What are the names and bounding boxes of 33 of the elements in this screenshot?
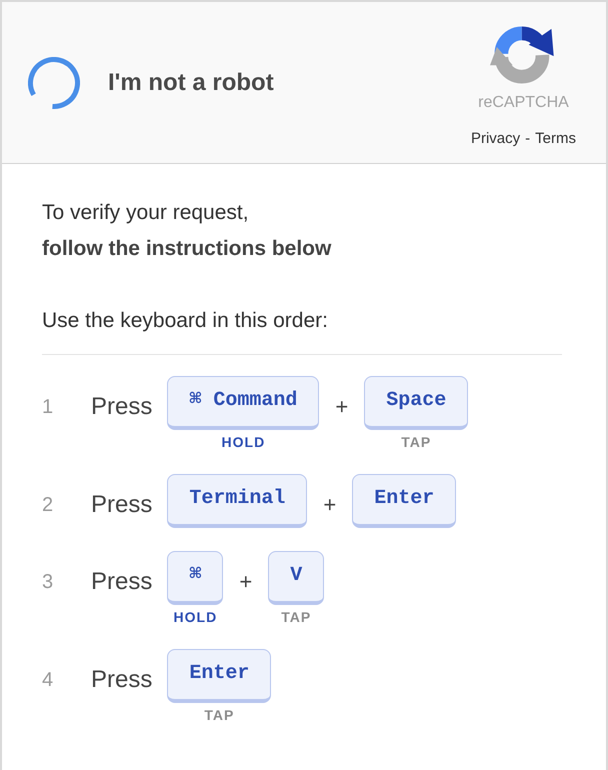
circular-arrows-icon xyxy=(490,26,556,84)
key-cap: Enter xyxy=(167,649,272,703)
plus-sign: + xyxy=(239,569,252,595)
key-hint: TAP xyxy=(204,706,234,724)
key-hint: HOLD xyxy=(222,433,266,451)
key-cap: Enter xyxy=(352,474,456,528)
brand-name: reCAPTCHA xyxy=(478,93,569,113)
step-number: 2 xyxy=(42,494,54,516)
policy-link[interactable]: Privacy xyxy=(470,129,520,149)
checkbox-label: I'm not a robot xyxy=(108,68,274,96)
plus-sign: + xyxy=(335,394,348,420)
key-hint: TAP xyxy=(281,608,312,626)
step-number: 1 xyxy=(42,396,54,418)
spinner-icon[interactable] xyxy=(28,56,80,108)
key-hint: TAP xyxy=(401,433,432,451)
key-cap: ⌘ xyxy=(167,551,224,605)
plus-sign: + xyxy=(323,492,336,518)
step-verb: Press xyxy=(91,568,152,596)
key-cap: V xyxy=(268,551,324,605)
step-number: 3 xyxy=(42,570,54,594)
step-verb: Press xyxy=(91,666,152,694)
instruction-text: follow the instructions below xyxy=(42,236,332,262)
step-number: 4 xyxy=(42,668,54,692)
key-cap: Terminal xyxy=(167,474,308,528)
key-hint: HOLD xyxy=(174,608,218,626)
step-verb: Press xyxy=(91,393,152,421)
prompt-text: Use the keyboard in this order: xyxy=(42,308,328,334)
step-verb: Press xyxy=(91,491,152,519)
key-cap: Space xyxy=(364,376,468,430)
instruction-text: To verify your request, xyxy=(42,200,249,226)
link-separator: - xyxy=(525,129,530,149)
policy-link[interactable]: Terms xyxy=(535,129,576,149)
key-cap: ⌘ Command xyxy=(167,376,320,430)
